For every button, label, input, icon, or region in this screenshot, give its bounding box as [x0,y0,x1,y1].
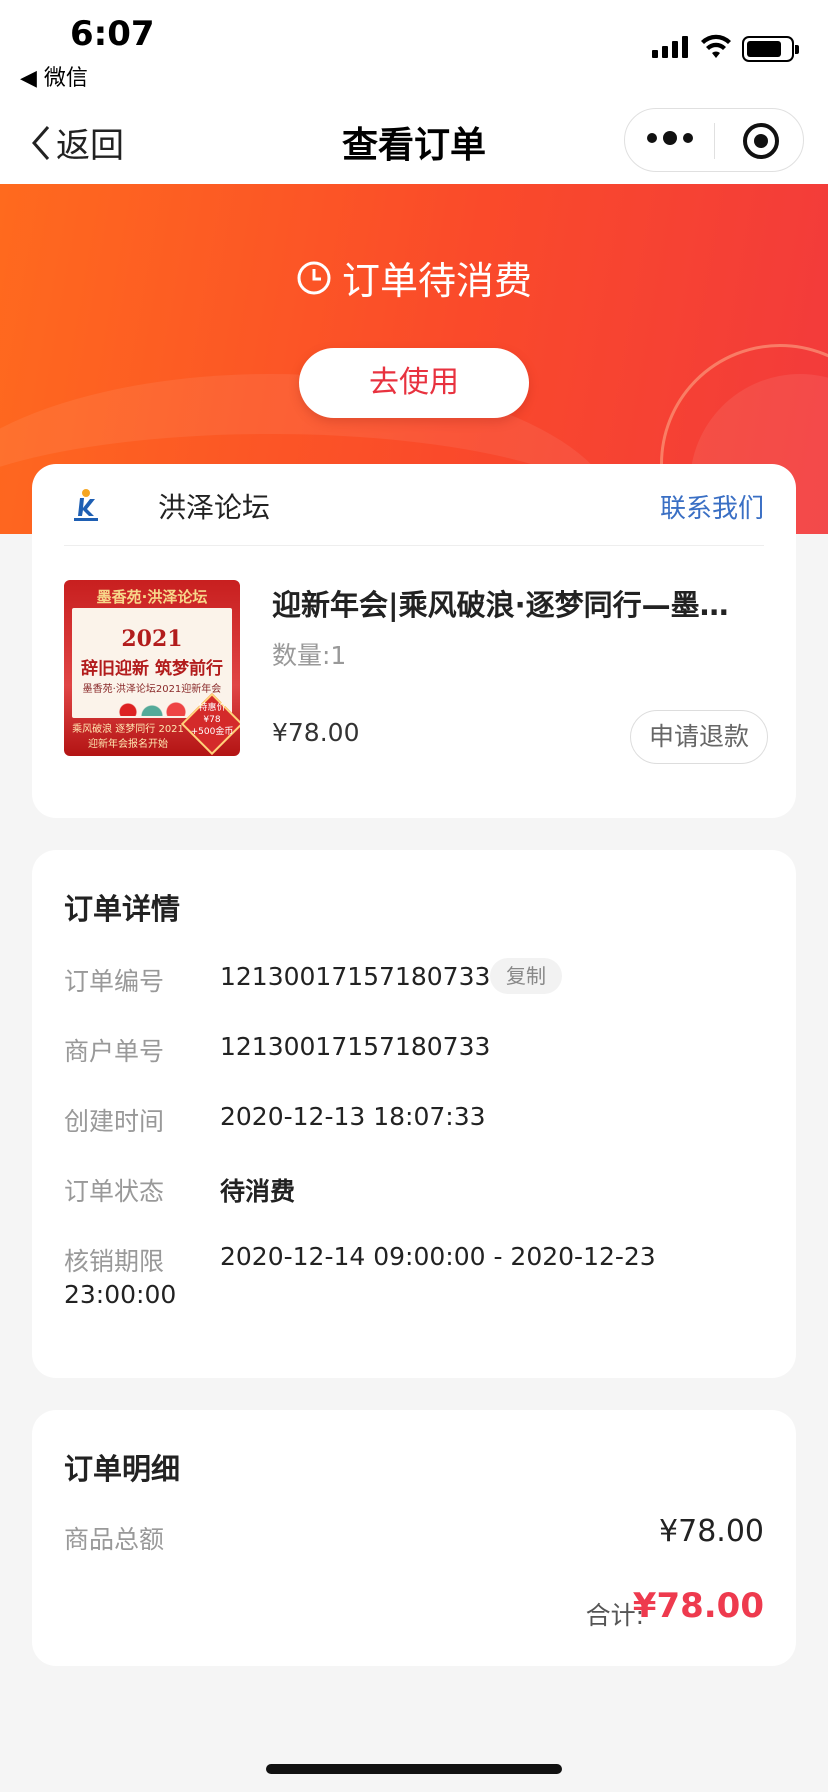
merchant-order-value: 12130017157180733 [220,1032,491,1061]
goods-total-value: ¥78.00 [659,1514,764,1549]
order-details-title: 订单详情 [64,892,181,926]
close-mini-program-icon[interactable] [743,123,779,159]
order-details-card: 订单详情 订单编号 121300171571807331 复制 商户单号 121… [32,850,796,1378]
wifi-icon [701,34,731,58]
status-time: 6:07 [70,14,155,54]
validity-value: 2020-12-14 09:00:00 - 2020-12-23 [220,1242,656,1271]
more-icon[interactable] [647,131,693,145]
order-summary-title: 订单明细 [64,1452,181,1486]
merchant-order-label: 商户单号 [64,1037,165,1066]
order-number-label: 订单编号 [64,967,165,996]
capsule-divider [714,123,715,159]
signal-icon [652,36,688,58]
nav-bar: 返回 查看订单 [0,100,828,184]
order-status-heading: 订单待消费 [0,250,828,305]
contact-us-link[interactable]: 联系我们 [660,488,764,525]
thumb-footer: 乘风破浪 逐梦同行 2021迎新年会报名开始 [72,724,184,750]
status-bar: 6:07 ◀ 微信 [0,0,828,100]
thumb-price-tag-text: 特惠价 ¥78 +500金币 [190,703,234,737]
created-time-label: 创建时间 [64,1107,165,1136]
product-title[interactable]: 迎新年会|乘风破浪·逐梦同行—墨… [272,582,772,624]
validity-label: 核销期限 [64,1247,165,1276]
product-thumbnail[interactable]: 墨香苑·洪泽论坛 2021 辞旧迎新 筑梦前行 墨香苑·洪泽论坛2021迎新年会… [64,580,240,756]
shop-name[interactable]: 洪泽论坛 [158,486,270,526]
thumb-subtitle: 墨香苑·洪泽论坛2021迎新年会 [82,684,222,695]
order-number-value: 121300171571807331 [220,962,507,991]
thumb-year: 2021 [121,626,183,652]
created-time-value: 2020-12-13 18:07:33 [220,1102,486,1131]
product-quantity: 数量:1 [272,641,347,670]
product-price: ¥78.00 [272,718,360,747]
mini-program-capsule [624,108,804,172]
goods-total-label: 商品总额 [64,1525,165,1554]
validity-value-continued: 23:00:00 [64,1280,177,1309]
total-value: ¥78.00 [632,1586,764,1626]
order-summary-card: 订单明细 商品总额 ¥78.00 合计: ¥78.00 [32,1410,796,1666]
thumb-header: 墨香苑·洪泽论坛 [96,588,208,606]
use-button[interactable]: 去使用 [299,348,529,418]
home-indicator[interactable] [266,1764,562,1774]
back-to-wechat-link[interactable]: ◀ 微信 [20,60,88,92]
order-status-text: 订单待消费 [341,259,532,303]
copy-button[interactable]: 复制 [490,958,562,994]
order-status-label: 订单状态 [64,1177,165,1206]
thumb-slogan: 辞旧迎新 筑梦前行 [81,659,223,679]
clock-icon [297,261,331,294]
shop-row: 洪泽论坛 联系我们 [64,464,764,546]
refund-button[interactable]: 申请退款 [630,710,768,764]
order-status-value: 待消费 [220,1177,296,1206]
battery-icon [742,36,799,62]
shop-logo [74,489,98,521]
product-card: 洪泽论坛 联系我们 墨香苑·洪泽论坛 2021 辞旧迎新 筑梦前行 墨香苑·洪泽… [32,464,796,818]
